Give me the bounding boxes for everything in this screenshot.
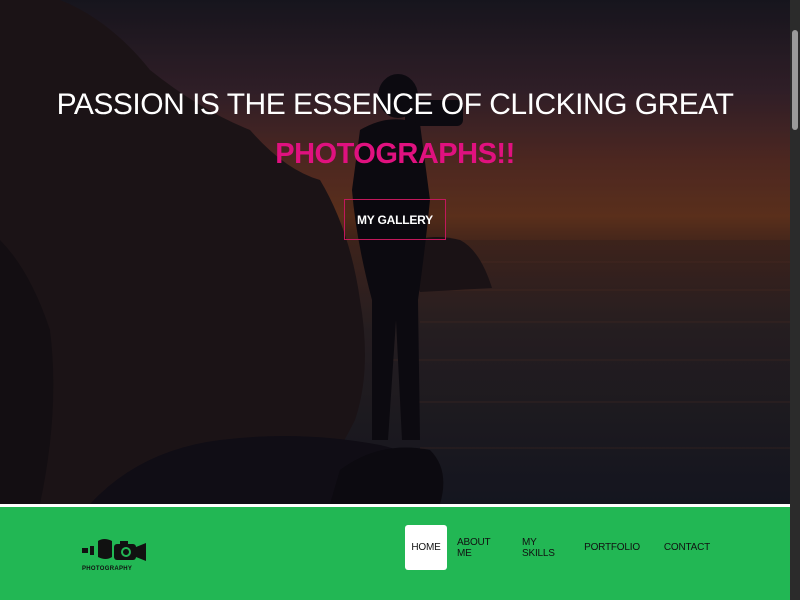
my-gallery-button[interactable]: MY GALLERY xyxy=(344,199,446,240)
camera-logo-icon: PHOTOGRAPHY xyxy=(82,539,146,572)
nav-home[interactable]: HOME xyxy=(405,525,447,570)
nav-my-skills[interactable]: MY SKILLS xyxy=(522,525,570,570)
hero-highlight: PHOTOGRAPHS!! xyxy=(275,138,515,170)
scrollbar-thumb[interactable] xyxy=(792,30,798,130)
hero-section: PASSION IS THE ESSENCE OF CLICKING GREAT… xyxy=(0,0,790,504)
nav-contact[interactable]: CONTACT xyxy=(662,525,712,570)
navbar: PHOTOGRAPHY HOME ABOUT ME MY SKILLS PORT… xyxy=(0,507,790,600)
hero-overlay xyxy=(0,0,790,504)
hero-headline: PASSION IS THE ESSENCE OF CLICKING GREAT xyxy=(56,88,734,121)
logo[interactable]: PHOTOGRAPHY xyxy=(80,535,152,575)
page-scrollbar[interactable] xyxy=(790,0,800,600)
logo-text: PHOTOGRAPHY xyxy=(82,566,132,572)
page: PASSION IS THE ESSENCE OF CLICKING GREAT… xyxy=(0,0,790,600)
nav-about-me[interactable]: ABOUT ME xyxy=(457,525,507,570)
nav-portfolio[interactable]: PORTFOLIO xyxy=(584,525,640,570)
